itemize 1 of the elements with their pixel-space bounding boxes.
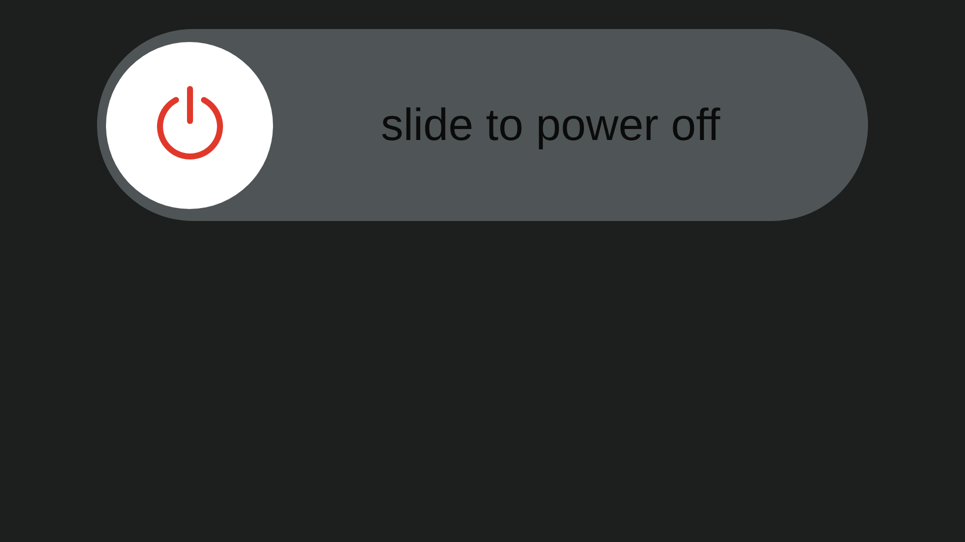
slider-label: slide to power off xyxy=(380,98,722,152)
